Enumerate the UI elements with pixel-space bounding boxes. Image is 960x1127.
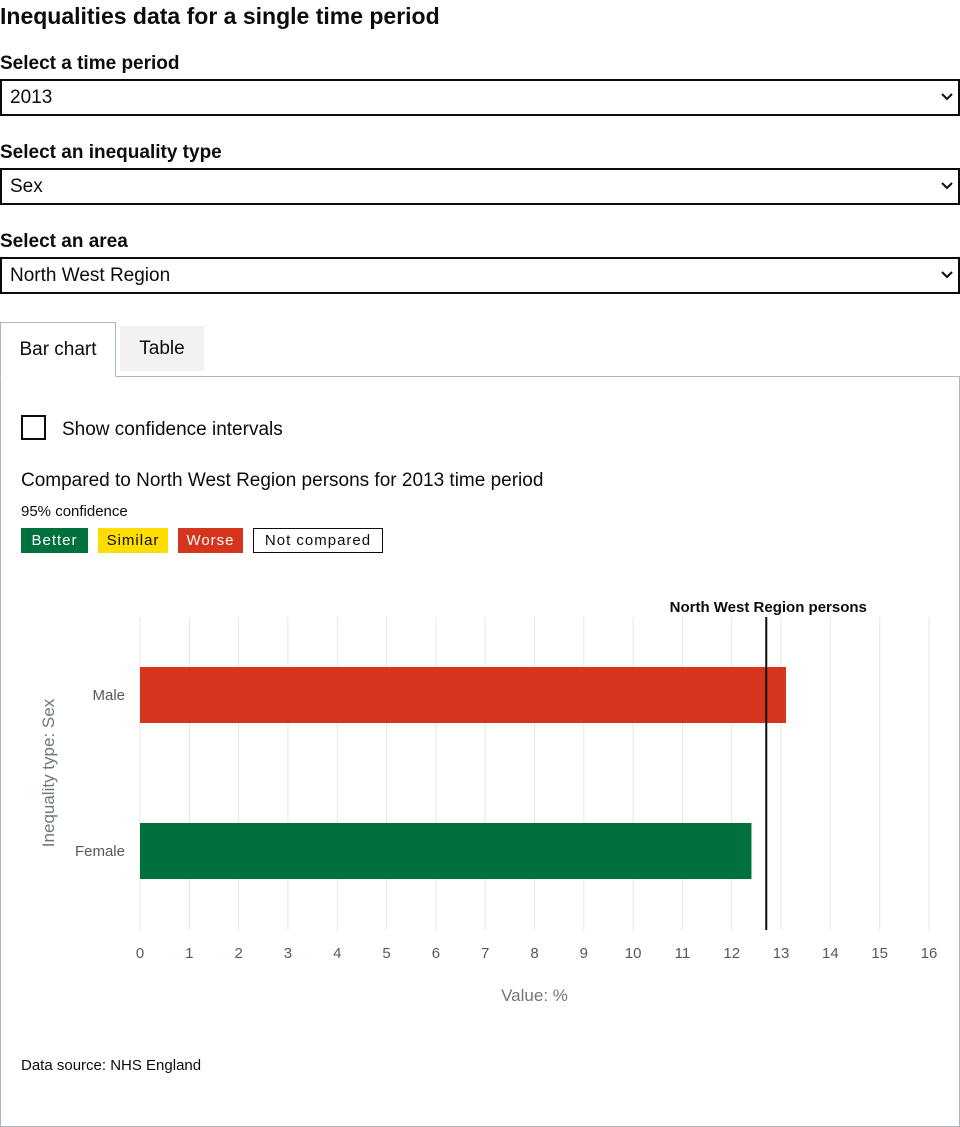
y-axis-title: Inequality type: Sex — [39, 698, 58, 847]
confidence-level: 95% confidence — [21, 503, 128, 520]
legend-not-compared: Not compared — [253, 528, 383, 553]
show-confidence-intervals-label[interactable]: Show confidence intervals — [62, 418, 283, 442]
area-value: North West Region — [10, 265, 171, 286]
y-category-label: Male — [92, 687, 125, 704]
page-title: Inequalities data for a single time peri… — [0, 3, 440, 29]
chevron-down-icon — [941, 93, 953, 101]
x-tick-label: 11 — [675, 945, 691, 962]
area-label: Select an area — [0, 231, 128, 252]
bar-chart: 0 1 2 3 4 5 6 7 8 9 10 11 12 13 14 15 16MaleFemaleNorth … — [39, 599, 938, 1005]
legend-better: Better — [21, 528, 88, 553]
area-select[interactable]: North West Region — [0, 257, 960, 294]
x-tick-label: 5 — [382, 945, 390, 962]
x-tick-label: 16 — [921, 945, 938, 962]
x-tick-label: 14 — [822, 945, 839, 962]
x-axis-title: Value: % — [501, 986, 568, 1005]
x-tick-label: 8 — [530, 945, 538, 962]
x-tick-label: 4 — [333, 945, 341, 962]
time-period-label: Select a time period — [0, 53, 180, 74]
comparison-description: Compared to North West Region persons fo… — [21, 470, 544, 491]
x-tick-label: 0 — [136, 945, 144, 962]
legend-worse: Worse — [178, 528, 243, 553]
benchmark-label: North West Region persons — [670, 599, 867, 616]
data-source: Data source: NHS England — [21, 1057, 202, 1074]
x-tick-label: 1 — [185, 945, 193, 962]
inequality-type-label: Select an inequality type — [0, 142, 222, 163]
bar-male — [140, 667, 786, 723]
x-tick-label: 10 — [625, 945, 642, 962]
x-tick-label: 3 — [284, 945, 292, 962]
x-tick-label: 15 — [871, 945, 888, 962]
time-period-select[interactable]: 2013 — [0, 79, 960, 116]
bar-female — [140, 823, 752, 879]
x-tick-label: 7 — [481, 945, 489, 962]
x-tick-label: 13 — [773, 945, 790, 962]
x-tick-label: 2 — [234, 945, 242, 962]
chevron-down-icon — [941, 271, 953, 279]
legend-similar: Similar — [98, 528, 168, 553]
inequality-type-select[interactable]: Sex — [0, 168, 960, 205]
time-period-value: 2013 — [10, 87, 53, 108]
show-confidence-intervals-checkbox[interactable] — [21, 415, 46, 440]
chevron-down-icon — [941, 182, 953, 190]
x-tick-label: 9 — [580, 945, 588, 962]
tab-table[interactable]: Table — [120, 326, 204, 371]
tab-bar-chart[interactable]: Bar chart — [0, 322, 116, 377]
y-category-label: Female — [75, 843, 125, 860]
x-tick-label: 12 — [723, 945, 740, 962]
inequality-type-value: Sex — [10, 176, 43, 197]
x-tick-label: 6 — [432, 945, 440, 962]
